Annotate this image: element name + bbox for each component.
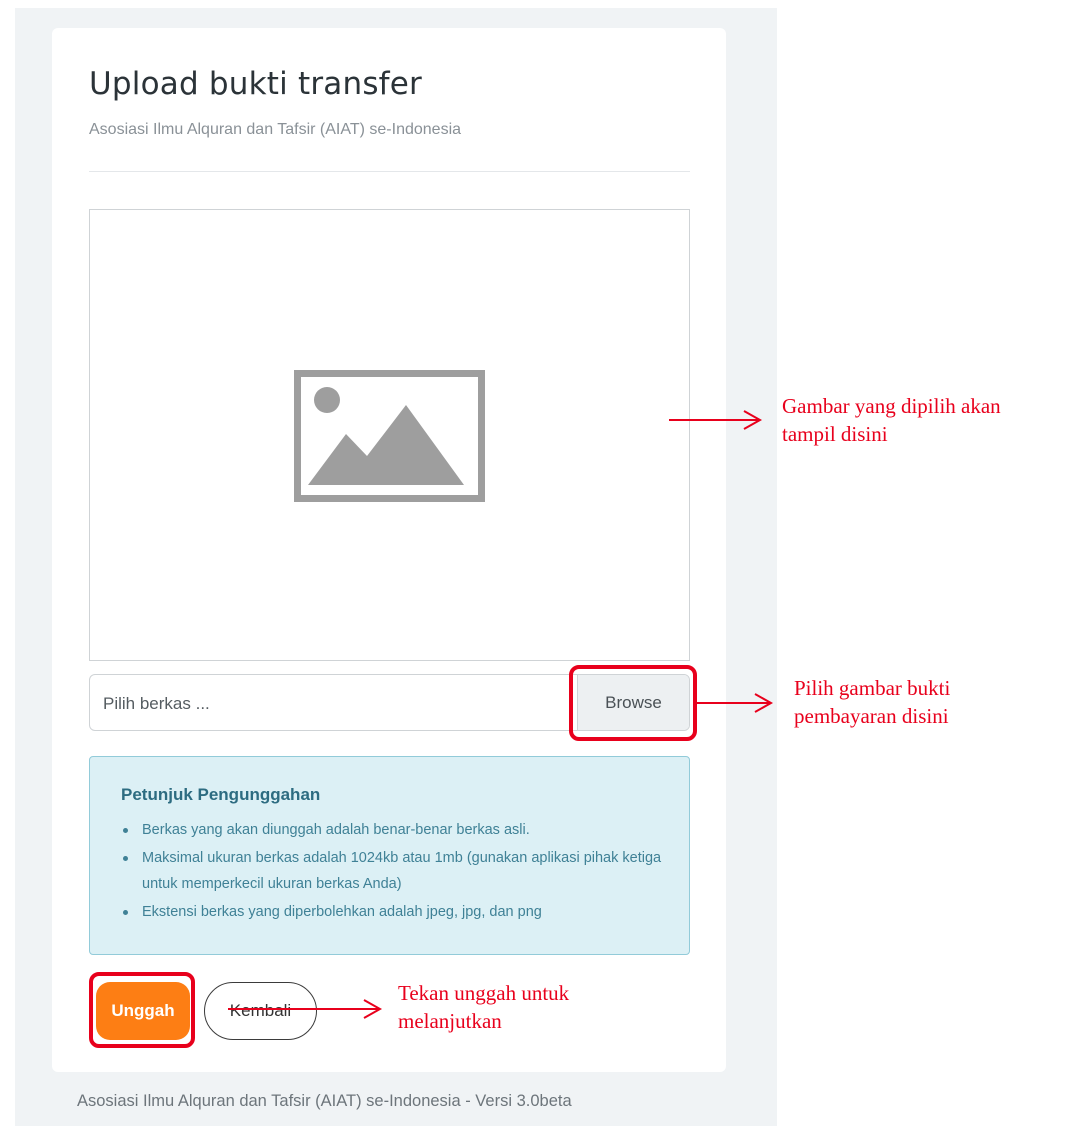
page-subtitle: Asosiasi Ilmu Alquran dan Tafsir (AIAT) …: [89, 121, 462, 138]
preview-annotation: Gambar yang dipilih akan tampil disini: [782, 394, 1001, 446]
page-title: Upload bukti transfer: [89, 66, 422, 102]
image-preview: [89, 209, 690, 661]
list-item: Berkas yang akan diunggah adalah benar-b…: [121, 817, 681, 843]
upload-button[interactable]: Unggah: [96, 982, 190, 1040]
footer-text: Asosiasi Ilmu Alquran dan Tafsir (AIAT) …: [77, 1092, 572, 1110]
image-placeholder-icon: [294, 370, 485, 502]
list-item: Ekstensi berkas yang diperbolehkan adala…: [121, 899, 681, 925]
divider: [89, 171, 690, 172]
upload-instructions: Petunjuk Pengunggahan Berkas yang akan d…: [89, 756, 690, 955]
back-button[interactable]: Kembali: [204, 982, 317, 1040]
instructions-list: Berkas yang akan diunggah adalah benar-b…: [121, 817, 681, 927]
browse-button[interactable]: Browse: [577, 675, 689, 730]
upload-annotation: Tekan unggah untuk melanjutkan: [398, 981, 570, 1033]
instructions-title: Petunjuk Pengunggahan: [121, 785, 321, 804]
browse-annotation: Pilih gambar bukti pembayaran disini: [794, 676, 951, 728]
file-input-placeholder: Pilih berkas ...: [103, 694, 210, 713]
list-item: Maksimal ukuran berkas adalah 1024kb ata…: [121, 845, 681, 897]
file-input[interactable]: Pilih berkas ... Browse: [89, 674, 690, 731]
